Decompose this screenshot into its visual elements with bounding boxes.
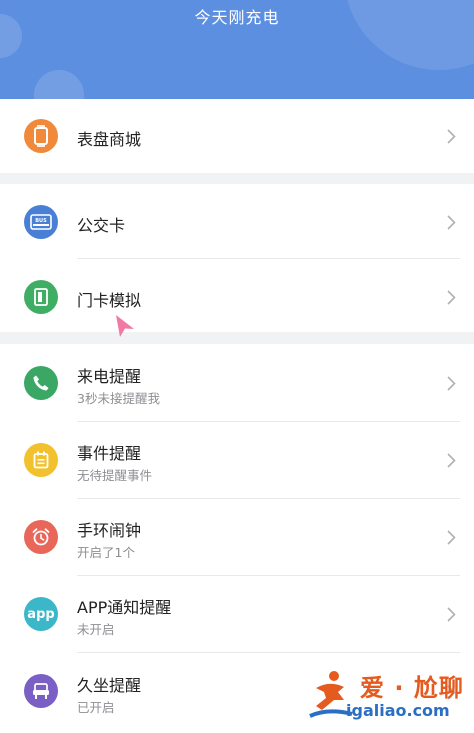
watch-icon bbox=[24, 119, 58, 153]
chevron-right-icon bbox=[442, 605, 460, 623]
chair-icon bbox=[24, 674, 58, 708]
chevron-right-icon bbox=[442, 127, 460, 145]
svg-text:BUS: BUS bbox=[35, 218, 47, 224]
app-icon-text: app bbox=[27, 606, 55, 622]
menu-item-app-notification[interactable]: app APP通知提醒 未开启 bbox=[0, 575, 474, 652]
menu-item-label: 门卡模拟 bbox=[77, 291, 142, 310]
bus-card-icon: BUS bbox=[24, 205, 58, 239]
menu-item-label: 久坐提醒 bbox=[77, 676, 142, 695]
menu-item-subtitle: 3秒未接提醒我 bbox=[77, 391, 160, 406]
header-decoration bbox=[34, 70, 84, 99]
chevron-right-icon bbox=[442, 451, 460, 469]
alarm-clock-icon bbox=[24, 520, 58, 554]
app-icon: app bbox=[24, 597, 58, 631]
menu-item-call-reminder[interactable]: 来电提醒 3秒未接提醒我 bbox=[0, 344, 474, 421]
menu-item-label: 手环闹钟 bbox=[77, 521, 142, 540]
calendar-event-icon bbox=[24, 443, 58, 477]
menu-item-label: 表盘商城 bbox=[77, 130, 142, 149]
chevron-right-icon bbox=[442, 528, 460, 546]
menu-item-label: APP通知提醒 bbox=[77, 598, 172, 617]
menu-item-subtitle: 无待提醒事件 bbox=[77, 468, 153, 483]
phone-icon bbox=[24, 366, 58, 400]
menu-item-label: 来电提醒 bbox=[77, 367, 142, 386]
menu-item-label: 事件提醒 bbox=[77, 444, 142, 463]
menu-item-subtitle: 开启了1个 bbox=[77, 545, 135, 560]
chevron-right-icon bbox=[442, 288, 460, 306]
menu-item-label: 公交卡 bbox=[77, 216, 126, 235]
menu-item-watchface-store[interactable]: 表盘商城 bbox=[0, 99, 474, 173]
menu-item-subtitle: 未开启 bbox=[77, 622, 115, 637]
watermark-url-text: igaliao.com bbox=[346, 701, 450, 720]
watermark-brand-text: 爱 · 尬聊 bbox=[360, 674, 464, 702]
site-watermark: 爱 · 尬聊 igaliao.com bbox=[308, 668, 472, 726]
header-banner: 今天刚充电 bbox=[0, 0, 474, 99]
chevron-right-icon bbox=[442, 213, 460, 231]
chevron-right-icon bbox=[442, 374, 460, 392]
touch-cursor-icon bbox=[114, 314, 136, 342]
charge-status-text: 今天刚充电 bbox=[194, 8, 280, 27]
settings-group-watchface: 表盘商城 bbox=[0, 99, 474, 173]
menu-item-event-reminder[interactable]: 事件提醒 无待提醒事件 bbox=[0, 421, 474, 498]
menu-item-subtitle: 已开启 bbox=[77, 700, 115, 715]
door-card-icon bbox=[24, 280, 58, 314]
menu-item-door-card[interactable]: 门卡模拟 bbox=[0, 258, 474, 332]
menu-item-bus-card[interactable]: BUS 公交卡 bbox=[0, 184, 474, 258]
settings-group-cards: BUS 公交卡 门卡模拟 bbox=[0, 184, 474, 332]
menu-item-band-alarm[interactable]: 手环闹钟 开启了1个 bbox=[0, 498, 474, 575]
